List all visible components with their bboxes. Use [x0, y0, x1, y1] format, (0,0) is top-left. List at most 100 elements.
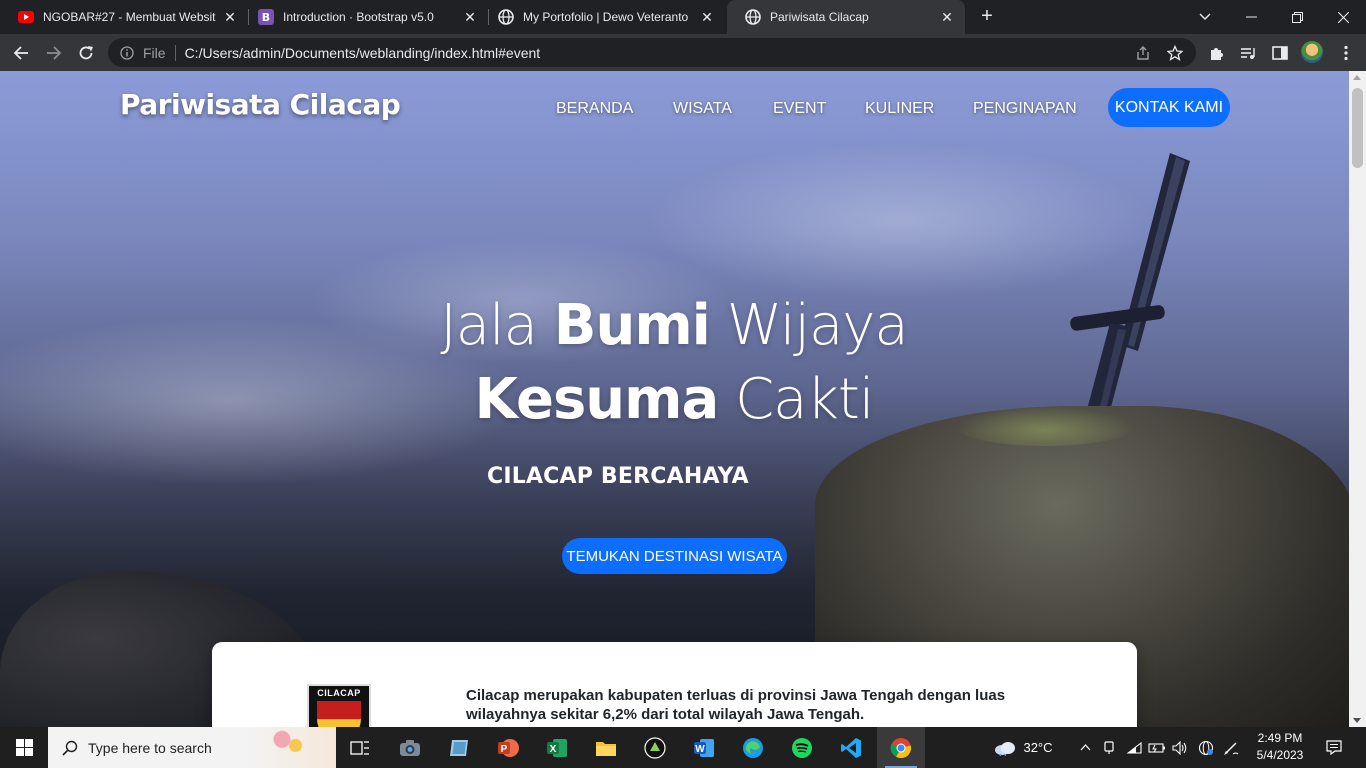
tab-title: NGOBAR#27 - Membuat Website: [43, 10, 216, 24]
nav-penginapan[interactable]: PENGINAPAN: [973, 100, 1077, 118]
globe-icon: [498, 9, 514, 25]
window-close-icon[interactable]: [1320, 0, 1366, 34]
hero-word: Cakti: [718, 367, 874, 432]
svg-text:X: X: [550, 744, 557, 755]
contact-button[interactable]: KONTAK KAMI: [1108, 88, 1230, 127]
usb-device-icon[interactable]: [1100, 727, 1118, 768]
tab-ngobar[interactable]: NGOBAR#27 - Membuat Website ✕: [0, 0, 248, 34]
battery-icon[interactable]: [1147, 727, 1167, 768]
weather-widget[interactable]: 32°C: [988, 727, 1058, 768]
media-queue-icon[interactable]: [1238, 43, 1258, 63]
cilacap-emblem-logo: CILACAP: [307, 684, 371, 727]
camera-icon[interactable]: [386, 727, 434, 768]
excel-icon[interactable]: X: [533, 727, 581, 768]
tab-title: My Portofolio | Dewo Veteranto: [523, 10, 689, 24]
spotify-icon[interactable]: [778, 727, 826, 768]
nav-event[interactable]: EVENT: [773, 100, 826, 118]
show-hidden-icons-chevron-icon[interactable]: [1076, 727, 1094, 768]
tab-title: Pariwisata Cilacap: [770, 10, 869, 24]
logo-shield-icon: [317, 701, 361, 727]
tab-pariwisata-active[interactable]: Pariwisata Cilacap ✕: [727, 0, 965, 34]
side-panel-icon[interactable]: [1270, 43, 1290, 63]
chrome-icon[interactable]: [877, 727, 925, 768]
tab-close-icon[interactable]: ✕: [699, 9, 715, 25]
share-icon[interactable]: [1134, 44, 1152, 62]
scroll-up-arrow-icon[interactable]: [1353, 75, 1361, 80]
hero-title: Jala Bumi Wijaya Kesuma Cakti: [300, 289, 1048, 437]
find-destination-button[interactable]: TEMUKAN DESTINASI WISATA: [562, 538, 787, 574]
tab-title: Introduction · Bootstrap v5.0: [283, 10, 434, 24]
restore-icon[interactable]: [1274, 0, 1320, 34]
youtube-icon: [18, 9, 34, 25]
weather-temperature: 32°C: [1023, 740, 1053, 755]
tab-close-icon[interactable]: ✕: [462, 9, 478, 25]
volume-icon[interactable]: [1171, 727, 1189, 768]
file-explorer-icon[interactable]: [582, 727, 630, 768]
clock-date: 5/4/2023: [1256, 748, 1304, 762]
search-highlight-image: [246, 727, 336, 768]
scroll-thumb[interactable]: [1352, 88, 1363, 168]
sword-monument-image: [1070, 153, 1190, 411]
network-globe-icon[interactable]: [1196, 727, 1216, 768]
brand-logo-text[interactable]: Pariwisata Cilacap: [120, 88, 401, 121]
nav-kuliner[interactable]: KULINER: [865, 100, 934, 118]
back-arrow-icon[interactable]: [8, 40, 34, 66]
tab-strip: NGOBAR#27 - Membuat Website ✕ B Introduc…: [0, 0, 1366, 34]
page-viewport: Pariwisata Cilacap BERANDA WISATA EVENT …: [0, 71, 1349, 727]
forward-arrow-icon[interactable]: [41, 40, 67, 66]
svg-text:B: B: [262, 11, 270, 24]
windows-start-icon[interactable]: [0, 727, 48, 768]
task-view-icon[interactable]: [336, 727, 384, 768]
address-bar[interactable]: File C:/Users/admin/Documents/weblanding…: [108, 38, 1196, 67]
hero-title-line-1: Jala Bumi Wijaya: [300, 289, 1048, 363]
new-tab-icon[interactable]: +: [976, 6, 998, 28]
hero-title-line-2: Kesuma Cakti: [300, 363, 1048, 437]
site-info-icon[interactable]: [119, 45, 135, 61]
windows-taskbar: Type here to search P X W 32°C 2:49 PM 5…: [0, 727, 1366, 768]
bootstrap-icon: B: [258, 9, 274, 25]
svg-text:W: W: [695, 744, 705, 755]
tab-close-icon[interactable]: ✕: [939, 9, 955, 25]
cloud-icon: [993, 740, 1017, 756]
notification-center-icon[interactable]: [1318, 727, 1350, 768]
tab-search-chevron-icon[interactable]: [1182, 0, 1228, 34]
tab-close-icon[interactable]: ✕: [222, 9, 238, 25]
logo-text: CILACAP: [317, 688, 361, 698]
hero-word: Wijaya: [709, 293, 909, 358]
hero-subtitle: CILACAP BERCAHAYA: [487, 464, 749, 489]
nav-beranda[interactable]: BERANDA: [556, 100, 633, 118]
url-text[interactable]: C:/Users/admin/Documents/weblanding/inde…: [185, 45, 541, 61]
scheme-label: File: [143, 44, 166, 61]
inkscape-icon[interactable]: [631, 727, 679, 768]
profile-avatar[interactable]: [1301, 41, 1323, 63]
reload-icon[interactable]: [73, 40, 99, 66]
svg-text:P: P: [501, 744, 508, 755]
info-card: CILACAP Cilacap merupakan kabupaten terl…: [212, 642, 1137, 727]
bookmark-star-icon[interactable]: [1166, 44, 1184, 62]
system-clock[interactable]: 2:49 PM 5/4/2023: [1248, 730, 1312, 764]
wifi-icon[interactable]: [1125, 727, 1143, 768]
onenote-icon[interactable]: [435, 727, 483, 768]
omnibox-divider: [174, 44, 176, 61]
vscode-icon[interactable]: [827, 727, 875, 768]
hero-word: Jala: [440, 293, 554, 358]
scroll-down-arrow-icon[interactable]: [1353, 718, 1361, 723]
pen-workspace-icon[interactable]: [1221, 727, 1241, 768]
nav-wisata[interactable]: WISATA: [673, 100, 732, 118]
page-scrollbar[interactable]: [1349, 71, 1366, 727]
hero-word-bold: Kesuma: [474, 367, 720, 432]
tab-portfolio[interactable]: My Portofolio | Dewo Veteranto ✕: [480, 0, 725, 34]
globe-icon: [745, 9, 761, 25]
taskbar-search-box[interactable]: Type here to search: [48, 727, 336, 768]
clock-time: 2:49 PM: [1257, 731, 1303, 745]
info-card-text: Cilacap merupakan kabupaten terluas di p…: [466, 687, 1006, 723]
browser-toolbar: File C:/Users/admin/Documents/weblanding…: [0, 34, 1366, 71]
tab-bootstrap[interactable]: B Introduction · Bootstrap v5.0 ✕: [240, 0, 488, 34]
edge-icon[interactable]: [729, 727, 777, 768]
minimize-icon[interactable]: [1228, 0, 1274, 34]
extensions-puzzle-icon[interactable]: [1206, 43, 1226, 63]
search-placeholder: Type here to search: [88, 739, 212, 756]
powerpoint-icon[interactable]: P: [484, 727, 532, 768]
kebab-menu-icon[interactable]: [1336, 43, 1356, 63]
word-icon[interactable]: W: [680, 727, 728, 768]
